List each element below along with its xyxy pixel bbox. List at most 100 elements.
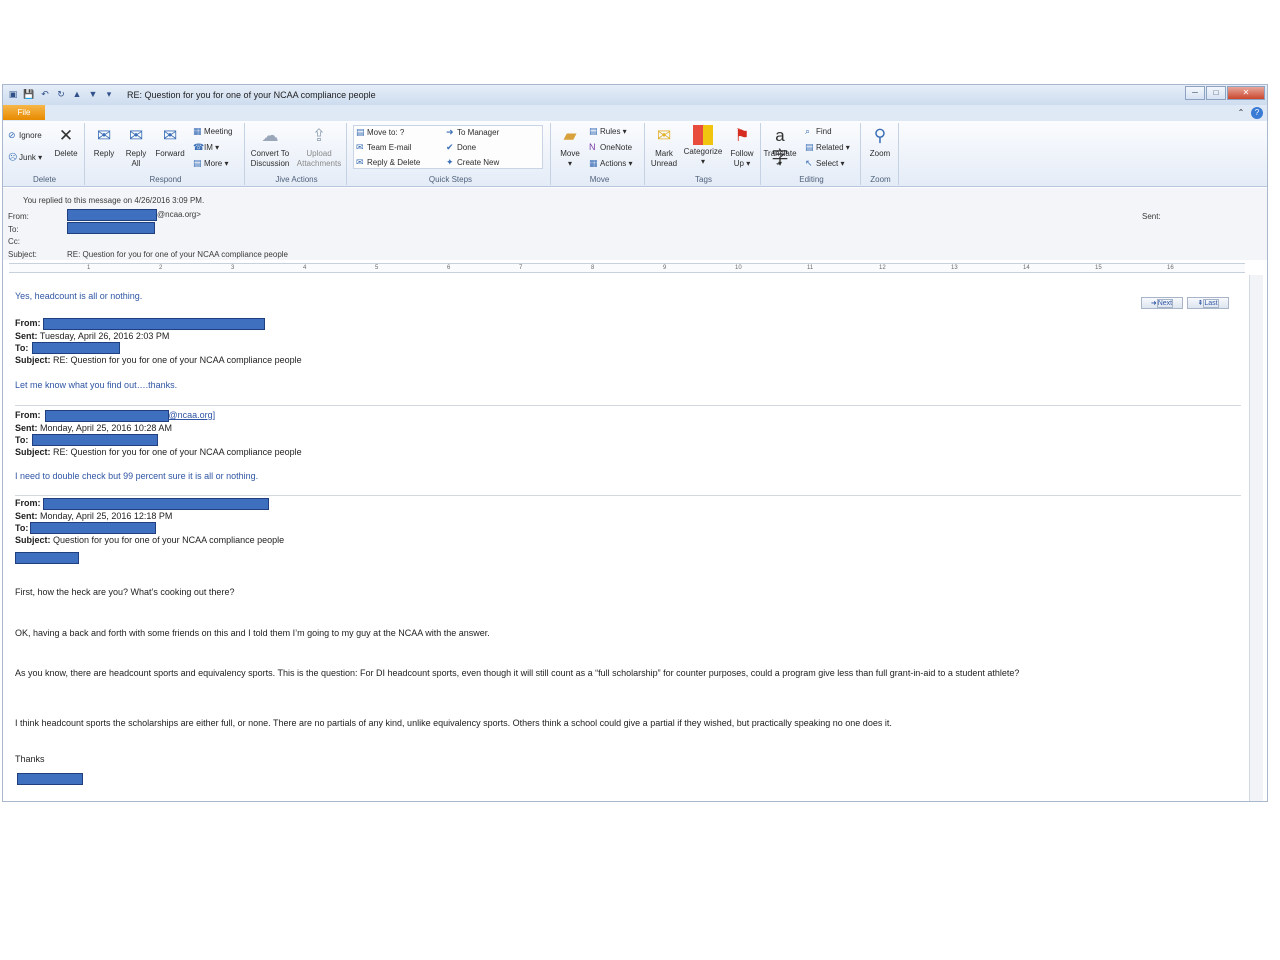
next-button[interactable]: ➜Next xyxy=(1141,297,1183,309)
reply-button[interactable]: ✉ Reply xyxy=(87,125,121,159)
last-button[interactable]: ⇞Last xyxy=(1187,297,1229,309)
onenote-button[interactable]: N OneNote xyxy=(589,141,632,154)
quickstep-create-new[interactable]: ✦ Create New xyxy=(446,156,499,169)
ignore-button[interactable]: ⊘ Ignore xyxy=(8,129,42,142)
translate-button[interactable]: a字 Translate ▾ xyxy=(763,125,797,169)
redacted-sender xyxy=(42,317,265,330)
find-button[interactable]: ⌕ Find xyxy=(805,125,832,138)
upload-icon: ⇪ xyxy=(311,126,327,145)
msg3-thanks: Thanks xyxy=(15,754,45,764)
ruler-tick: 10 xyxy=(735,265,742,271)
convert-to-discussion-button[interactable]: ☁ Convert To Discussion xyxy=(247,125,293,169)
more-button[interactable]: ▤ More ▾ xyxy=(193,157,228,170)
maximize-button[interactable]: □ xyxy=(1206,86,1226,100)
undo-icon[interactable]: ↶ xyxy=(39,88,51,100)
ribbon-tab-row: File ⌃ ? xyxy=(3,105,1267,121)
reply-text: Yes, headcount is all or nothing. xyxy=(15,291,143,301)
related-button[interactable]: ▤ Related ▾ xyxy=(805,141,850,154)
msg2-sent-label: Sent: xyxy=(15,422,38,433)
move-button[interactable]: ▰ Move ▾ xyxy=(555,125,585,169)
meeting-icon: ▦ xyxy=(193,126,202,136)
ruler-tick: 7 xyxy=(519,265,523,271)
ribbon: ⊘ Ignore ☹ Junk ▾ ✕ Delete Delete ✉ Reply ✉ R… xyxy=(3,121,1267,187)
msg3-sent-label: Sent: xyxy=(15,510,38,521)
from-value: @ncaa.org> xyxy=(67,209,201,221)
categorize-button[interactable]: Categorize ▾ xyxy=(681,125,725,167)
delete-button[interactable]: ✕ Delete xyxy=(49,125,83,159)
delete-group: ⊘ Ignore ☹ Junk ▾ ✕ Delete Delete xyxy=(5,123,85,185)
message-header: You replied to this message on 4/26/2016… xyxy=(3,188,1267,260)
close-button[interactable]: ✕ xyxy=(1227,86,1265,100)
select-button[interactable]: ↖ Select ▾ xyxy=(805,157,844,170)
ruler-tick: 5 xyxy=(375,265,379,271)
redo-icon[interactable]: ↻ xyxy=(55,88,67,100)
msg3-para4: I think headcount sports the scholarship… xyxy=(15,718,892,728)
quickstep-done[interactable]: ✔ Done xyxy=(446,141,476,154)
find-binoculars-icon: ⌕ xyxy=(805,126,811,136)
ruler-tick: 1 xyxy=(87,265,91,271)
rules-button[interactable]: ▤ Rules ▾ xyxy=(589,125,627,138)
redacted-sender xyxy=(42,497,269,510)
down-arrow-icon[interactable]: ▼ xyxy=(87,88,99,100)
junk-icon: ☹ xyxy=(8,152,18,162)
mark-unread-button[interactable]: ✉ Mark Unread xyxy=(647,125,681,169)
collapse-ribbon-icon[interactable]: ⌃ xyxy=(1235,107,1247,119)
redacted-greeting xyxy=(15,552,79,564)
reply-all-button[interactable]: ✉ Reply All xyxy=(119,125,153,169)
quick-access-toolbar: ▣ 💾 ↶ ↻ ▲ ▼ ▾ xyxy=(7,88,115,100)
subject-value: RE: Question for you for one of your NCA… xyxy=(67,250,289,259)
redacted-sender xyxy=(44,409,169,422)
ruler: 1 2 3 4 5 6 7 8 9 10 11 12 13 14 15 16 xyxy=(9,263,1245,273)
create-new-icon: ✦ xyxy=(446,157,454,167)
quickstep-move-to[interactable]: ▤ Move to: ? xyxy=(356,126,404,139)
msg3-para2: OK, having a back and forth with some fr… xyxy=(15,628,490,638)
forward-button[interactable]: ✉ Forward xyxy=(153,125,187,159)
save-icon[interactable]: 💾 xyxy=(23,88,35,100)
upload-attachments-button[interactable]: ⇪ Upload Attachments xyxy=(293,125,345,169)
ruler-tick: 3 xyxy=(231,265,235,271)
msg3-para1: First, how the heck are you? What’s cook… xyxy=(15,587,235,597)
zoom-button[interactable]: ⚲ Zoom xyxy=(863,125,897,159)
message-body: ➜Next ⇞Last Yes, headcount is all or not… xyxy=(9,275,1247,801)
msg1-to-label: To: xyxy=(15,342,29,353)
quickstep-to-manager[interactable]: ➜ To Manager xyxy=(446,126,499,139)
minimize-button[interactable]: ─ xyxy=(1185,86,1205,100)
customize-qat-icon[interactable]: ▾ xyxy=(103,88,115,100)
subject-label: Subject: xyxy=(8,250,37,259)
msg1-from-label: From: xyxy=(15,318,41,328)
tags-group: ✉ Mark Unread Categorize ▾ ⚑ Follow Up ▾ Tags xyxy=(647,123,761,185)
respond-group-label: Respond xyxy=(149,175,182,184)
quick-steps-group-label: Quick Steps xyxy=(428,175,473,184)
msg2-subject-value: RE: Question for you for one of your NCA… xyxy=(53,447,302,458)
ruler-tick: 8 xyxy=(591,265,595,271)
msg3-from-label: From: xyxy=(15,498,41,508)
tab-file[interactable]: File xyxy=(3,105,45,120)
actions-button[interactable]: ▦ Actions ▾ xyxy=(589,157,632,170)
categorize-icon xyxy=(693,125,713,145)
jive-actions-group-label: Jive Actions xyxy=(275,175,318,184)
zoom-group-label: Zoom xyxy=(870,175,891,184)
up-arrow-icon[interactable]: ▲ xyxy=(71,88,83,100)
quickstep-team-email[interactable]: ✉ Team E-mail xyxy=(356,141,411,154)
more-icon: ▤ xyxy=(193,158,202,168)
quickstep-reply-delete[interactable]: ✉ Reply & Delete xyxy=(356,156,420,169)
msg2-sent-value: Monday, April 25, 2016 10:28 AM xyxy=(40,422,172,433)
reply-delete-icon: ✉ xyxy=(356,157,364,167)
follow-up-button[interactable]: ⚑ Follow Up ▾ xyxy=(725,125,759,169)
title-bar: ▣ 💾 ↶ ↻ ▲ ▼ ▾ RE: Question for you for o… xyxy=(3,85,1267,105)
ruler-tick: 12 xyxy=(879,265,886,271)
junk-button[interactable]: ☹ Junk ▾ xyxy=(8,151,42,164)
meeting-button[interactable]: ▦ Meeting xyxy=(193,125,232,138)
redacted-name xyxy=(17,773,83,785)
move-folder-icon: ▰ xyxy=(563,126,577,145)
outlook-icon: ▣ xyxy=(8,89,18,99)
im-icon: ☎ xyxy=(193,142,205,152)
mark-unread-icon: ✉ xyxy=(656,126,672,145)
msg2-from-email[interactable]: @ncaa.org] xyxy=(169,410,216,420)
select-cursor-icon: ↖ xyxy=(805,158,813,168)
vertical-scrollbar[interactable] xyxy=(1249,275,1263,801)
help-icon[interactable]: ? xyxy=(1251,107,1263,119)
ruler-tick: 15 xyxy=(1095,265,1102,271)
replied-info-bar: You replied to this message on 4/26/2016… xyxy=(23,196,205,205)
im-button[interactable]: ☎IM ▾ xyxy=(193,141,219,154)
